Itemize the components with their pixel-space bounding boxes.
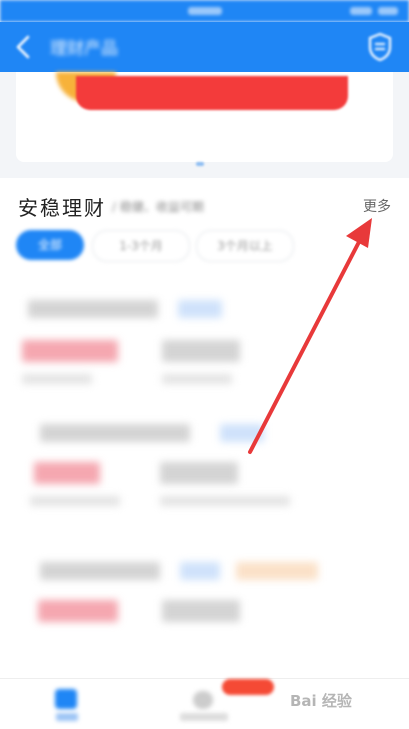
product-rate-label	[30, 496, 120, 506]
product-term-label	[160, 496, 290, 506]
tab-wealth-label	[180, 713, 228, 721]
product-term	[162, 600, 240, 622]
wealth-icon[interactable]	[193, 691, 213, 709]
product-tag	[180, 562, 220, 580]
product-term	[162, 340, 240, 362]
product-term	[160, 462, 238, 484]
filter-chip-long[interactable]: 3个月以上	[196, 230, 294, 262]
product-rate	[22, 340, 118, 362]
filter-chip-all[interactable]: 全部	[16, 230, 84, 260]
status-bar	[0, 0, 409, 22]
section-title: 安稳理财	[18, 196, 106, 220]
product-rate-label	[22, 374, 92, 384]
list-item[interactable]	[0, 542, 409, 662]
tab-badge	[222, 679, 274, 695]
product-name	[40, 562, 160, 580]
home-icon[interactable]	[55, 689, 77, 709]
shield-icon[interactable]	[367, 32, 393, 62]
page-title: 理财产品	[50, 39, 118, 59]
more-link[interactable]: 更多	[363, 196, 391, 216]
list-item[interactable]	[0, 402, 409, 522]
back-arrow-icon[interactable]	[12, 33, 36, 61]
product-name	[28, 300, 158, 318]
battery-icon	[378, 7, 398, 15]
section-subtitle: / 稳健、收益可期	[112, 200, 204, 214]
product-term-label	[162, 374, 232, 384]
banner-button[interactable]	[76, 76, 348, 110]
list-item[interactable]	[0, 278, 409, 398]
signal-icon	[350, 7, 372, 15]
product-tag	[220, 424, 264, 442]
banner-card[interactable]	[16, 72, 393, 162]
watermark: Bai 经验	[290, 692, 352, 710]
product-name	[40, 424, 190, 442]
steady-finance-section: 安稳理财 / 稳健、收益可期 更多 全部 1-3个月 3个月以上	[0, 178, 409, 678]
app-header: 理财产品	[0, 22, 409, 72]
product-tag	[178, 300, 222, 318]
product-rate	[34, 462, 100, 484]
product-rate	[38, 600, 118, 622]
product-tag	[236, 562, 318, 580]
status-time	[188, 7, 222, 15]
filter-chip-short[interactable]: 1-3个月	[92, 230, 190, 262]
tab-home-label	[56, 713, 78, 721]
carousel-indicator	[196, 162, 204, 166]
